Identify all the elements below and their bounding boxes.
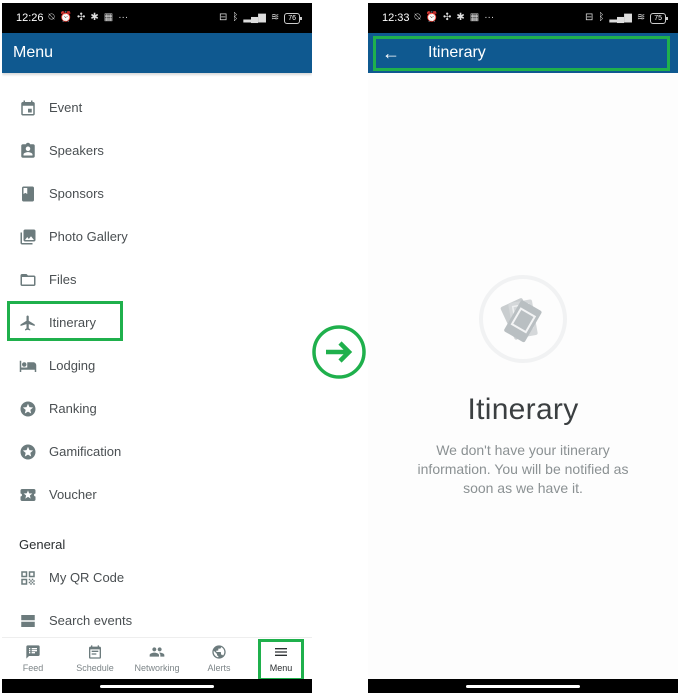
empty-state-message: We don't have your itinerary information…: [417, 442, 629, 496]
notification-off-icon: ⍉: [48, 12, 55, 23]
hamburger-icon: [275, 648, 287, 656]
nav-feed[interactable]: Feed: [2, 644, 64, 673]
lock-icon: ⊟: [584, 12, 594, 23]
home-indicator[interactable]: [100, 684, 214, 688]
photo-library-icon: [19, 228, 37, 246]
menu-item-voucher[interactable]: Voucher: [2, 473, 312, 516]
highlight-box: [373, 36, 670, 71]
menu-item-photo-gallery[interactable]: Photo Gallery: [2, 215, 312, 258]
lock-icon: ⊟: [218, 12, 228, 23]
badge-icon: [19, 142, 37, 160]
menu-list: Event Speakers Sponsors Photo Gallery Fi…: [2, 73, 312, 642]
notification-off-icon: ⍉: [414, 12, 421, 23]
page-title: Menu: [13, 44, 54, 61]
wifi-icon: ≋: [270, 12, 280, 23]
system-nav-bar: [2, 679, 312, 693]
more-icon: ···: [118, 12, 129, 23]
nav-label: Feed: [22, 663, 44, 673]
qr-code-icon: [19, 569, 37, 587]
tickets-icon: [479, 275, 567, 363]
menu-item-gamification[interactable]: Gamification: [2, 430, 312, 473]
bluetooth-icon: ᛒ: [598, 12, 605, 23]
slack-icon: ✣: [76, 12, 86, 23]
people-icon: [149, 647, 165, 657]
status-time: 12:26: [16, 12, 44, 24]
menu-item-lodging[interactable]: Lodging: [2, 344, 312, 387]
signal-icon: ▂▄▆: [609, 12, 632, 23]
more-icon: ···: [484, 12, 495, 23]
menu-item-sponsors[interactable]: Sponsors: [2, 172, 312, 215]
signal-icon: ▂▄▆: [243, 12, 266, 23]
itinerary-screen: 12:33 ⍉ ⏰ ✣ ✱ ▦ ··· ⊟ ᛒ ▂▄▆ ≋ 75 ← Itine…: [368, 3, 678, 693]
menu-item-label: Ranking: [49, 401, 97, 416]
menu-item-my-qr-code[interactable]: My QR Code: [2, 556, 312, 599]
feed-icon: [26, 645, 40, 659]
menu-item-label: My QR Code: [49, 570, 125, 585]
wifi-icon: ≋: [636, 12, 646, 23]
section-title-general: General: [19, 537, 66, 552]
list-icon: [19, 612, 37, 630]
slack-icon: ✣: [442, 12, 452, 23]
ticket-star-icon: [19, 486, 37, 504]
airplane-icon: [19, 314, 37, 332]
menu-item-label: Itinerary: [49, 315, 96, 330]
star-circle-icon: [19, 400, 37, 418]
nav-schedule[interactable]: Schedule: [64, 644, 126, 673]
system-nav-bar: [368, 679, 678, 693]
app-bar: Menu: [2, 33, 312, 73]
menu-item-search-events[interactable]: Search events: [2, 599, 312, 642]
menu-item-label: Files: [49, 272, 77, 287]
home-indicator[interactable]: [466, 684, 580, 688]
globe-icon: [212, 645, 226, 659]
menu-item-label: Gamification: [49, 444, 122, 459]
nav-menu[interactable]: Menu: [250, 639, 312, 681]
nav-label: Menu: [269, 663, 293, 673]
menu-item-label: Event: [49, 100, 83, 115]
nav-label: Schedule: [76, 663, 114, 673]
menu-item-event[interactable]: Event: [2, 86, 312, 129]
app-bar: ← Itinerary: [368, 33, 678, 73]
nav-label: Networking: [134, 663, 180, 673]
arrow-left-icon[interactable]: ←: [382, 44, 400, 62]
menu-item-speakers[interactable]: Speakers: [2, 129, 312, 172]
menu-item-itinerary[interactable]: Itinerary: [2, 301, 312, 344]
menu-item-label: Search events: [49, 613, 133, 628]
arrow-right-circle-icon: [312, 325, 366, 379]
nav-alerts[interactable]: Alerts: [188, 644, 250, 673]
calendar-icon: [19, 99, 37, 117]
battery-icon: 75: [650, 12, 668, 24]
menu-item-label: Photo Gallery: [49, 229, 128, 244]
book-icon: [19, 185, 37, 203]
empty-state: Itinerary We don't have your itinerary i…: [368, 73, 678, 679]
bed-icon: [19, 357, 37, 375]
menu-item-label: Sponsors: [49, 186, 104, 201]
nav-label: Alerts: [207, 663, 231, 673]
app-grid-icon: ▦: [103, 12, 114, 23]
status-bar: 12:26 ⍉ ⏰ ✣ ✱ ▦ ··· ⊟ ᛒ ▂▄▆ ≋ 76: [2, 3, 312, 33]
star-circle-icon: [19, 443, 37, 461]
menu-item-files[interactable]: Files: [2, 258, 312, 301]
status-time: 12:33: [382, 12, 410, 24]
status-bar: 12:33 ⍉ ⏰ ✣ ✱ ▦ ··· ⊟ ᛒ ▂▄▆ ≋ 75: [368, 3, 678, 33]
menu-item-label: Speakers: [49, 143, 104, 158]
alarm-icon: ⏰: [59, 12, 72, 23]
schedule-icon: [89, 645, 101, 659]
menu-item-ranking[interactable]: Ranking: [2, 387, 312, 430]
menu-item-label: Lodging: [49, 358, 96, 373]
alarm-icon: ⏰: [425, 12, 438, 23]
bottom-navigation: Feed Schedule Networking Alerts Menu: [2, 637, 312, 681]
bluetooth-icon: ᛒ: [232, 12, 239, 23]
menu-screen: 12:26 ⍉ ⏰ ✣ ✱ ▦ ··· ⊟ ᛒ ▂▄▆ ≋ 76 Menu Ev…: [2, 3, 312, 693]
page-title: Itinerary: [428, 44, 486, 61]
nav-networking[interactable]: Networking: [126, 644, 188, 673]
empty-state-title: Itinerary: [467, 393, 579, 426]
bluetooth-small-icon: ✱: [456, 12, 465, 23]
bluetooth-small-icon: ✱: [90, 12, 99, 23]
menu-item-label: Voucher: [49, 487, 97, 502]
app-grid-icon: ▦: [469, 12, 480, 23]
folder-icon: [19, 271, 37, 289]
battery-icon: 76: [284, 12, 302, 24]
